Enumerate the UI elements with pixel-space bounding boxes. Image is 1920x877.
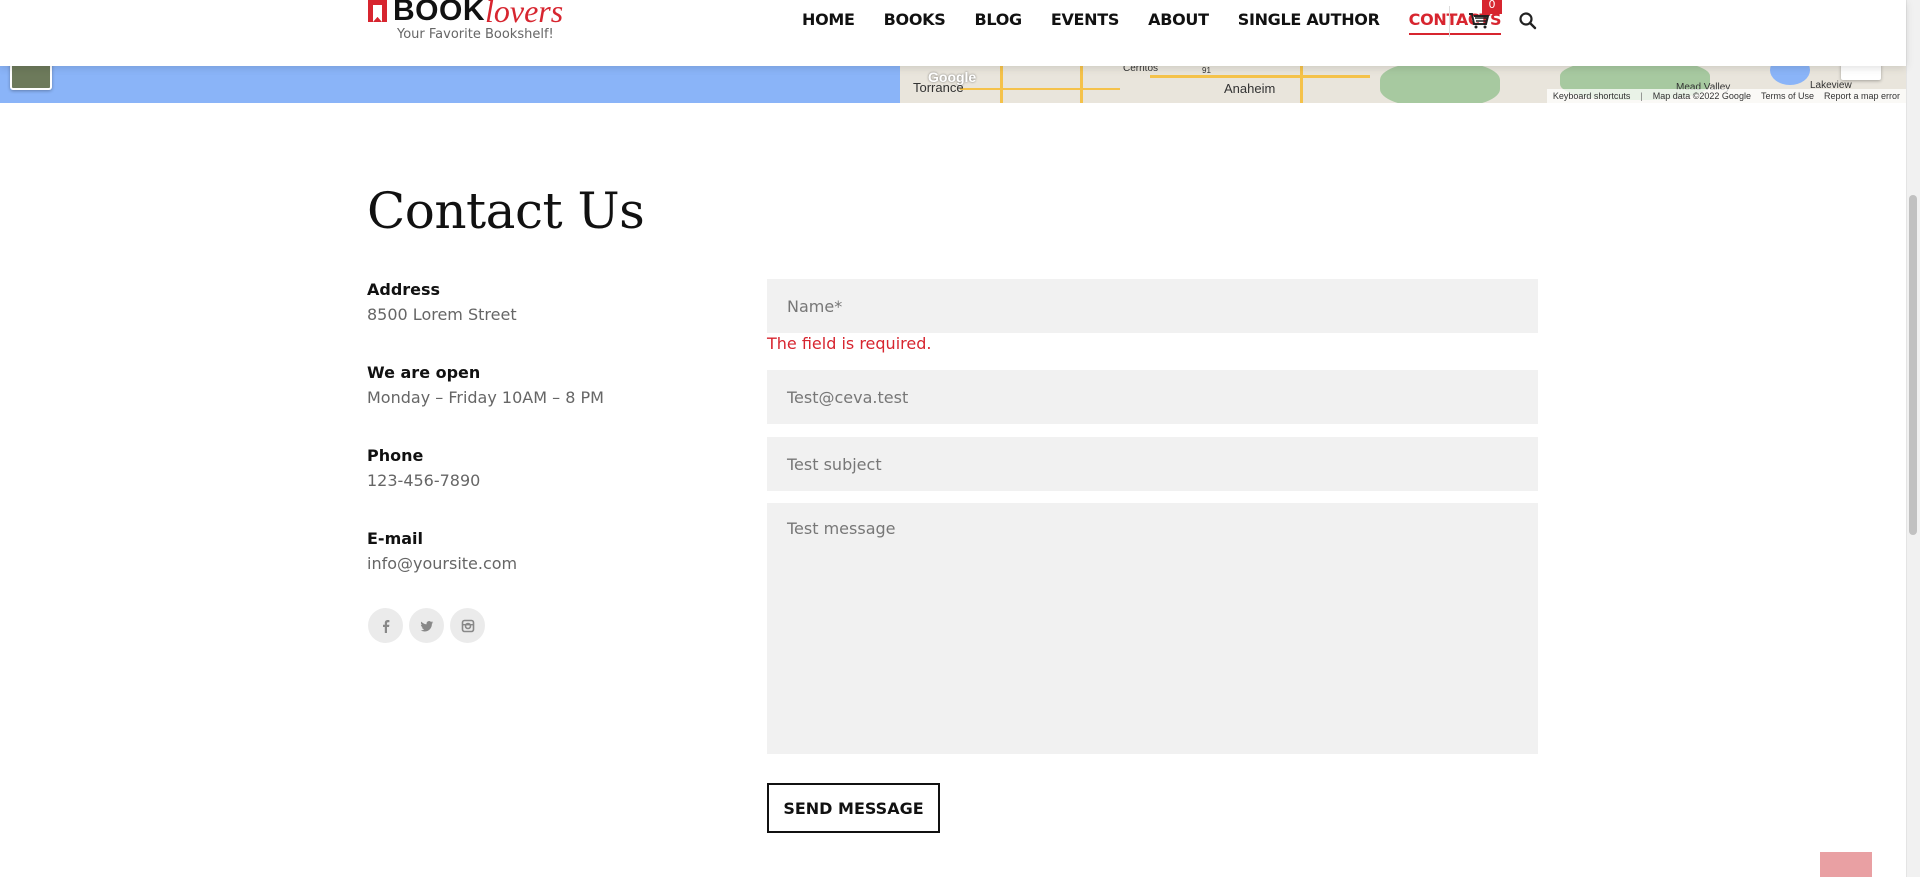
search-icon[interactable] xyxy=(1518,11,1538,31)
back-to-top-button[interactable] xyxy=(1820,852,1872,877)
site-tagline: Your Favorite Bookshelf! xyxy=(397,27,554,42)
map-footer: Keyboard shortcuts | Map data ©2022 Goog… xyxy=(1546,89,1906,103)
map-data-attribution: Map data ©2022 Google xyxy=(1652,91,1751,101)
hours-label: We are open xyxy=(367,363,481,382)
nav-books[interactable]: BOOKS xyxy=(884,10,946,35)
twitter-icon[interactable] xyxy=(409,608,444,643)
map-park xyxy=(1380,62,1500,103)
site-logo[interactable]: BOOK lovers xyxy=(368,0,564,29)
address-label: Address xyxy=(367,280,441,299)
facebook-icon[interactable] xyxy=(368,608,403,643)
email-block: E-mail info@yoursite.com xyxy=(367,529,517,573)
nav-divider xyxy=(1449,6,1450,37)
map-label-anaheim: Anaheim xyxy=(1224,81,1276,96)
email-value[interactable]: info@yoursite.com xyxy=(367,554,517,573)
address-value: 8500 Lorem Street xyxy=(367,305,517,324)
report-error-link[interactable]: Report a map error xyxy=(1824,91,1900,101)
email-label: E-mail xyxy=(367,529,424,548)
name-error-message: The field is required. xyxy=(767,334,932,353)
phone-block: Phone 123-456-7890 xyxy=(367,446,480,490)
instagram-icon[interactable] xyxy=(450,608,485,643)
page-scrollbar[interactable] xyxy=(1906,0,1920,877)
scrollbar-thumb[interactable] xyxy=(1909,195,1917,535)
site-header: BOOK lovers Your Favorite Bookshelf! HOM… xyxy=(0,0,1906,66)
subject-input[interactable]: Test subject xyxy=(767,437,1538,491)
map-road xyxy=(960,88,1120,90)
address-block: Address 8500 Lorem Street xyxy=(367,280,517,324)
hours-value: Monday – Friday 10AM – 8 PM xyxy=(367,388,604,407)
nav-home[interactable]: HOME xyxy=(802,10,855,35)
map-road xyxy=(1000,60,1003,103)
cart-count-badge: 0 xyxy=(1482,0,1502,14)
keyboard-shortcuts-link[interactable]: Keyboard shortcuts xyxy=(1553,91,1631,101)
nav-events[interactable]: EVENTS xyxy=(1051,10,1120,35)
name-input[interactable]: Name* xyxy=(767,279,1538,333)
map-road xyxy=(1300,60,1303,103)
map-label-route: 91 xyxy=(1202,66,1211,75)
social-links xyxy=(368,608,485,643)
map-road xyxy=(1150,75,1370,78)
logo-text-lovers: lovers xyxy=(485,0,564,29)
footer-separator: | xyxy=(1640,91,1643,101)
email-input[interactable]: Test@ceva.test xyxy=(767,370,1538,424)
send-message-button[interactable]: SEND MESSAGE xyxy=(767,783,940,833)
nav-about[interactable]: ABOUT xyxy=(1148,10,1209,35)
hours-block: We are open Monday – Friday 10AM – 8 PM xyxy=(367,363,604,407)
nav-single-author[interactable]: SINGLE AUTHOR xyxy=(1238,10,1380,35)
message-textarea[interactable]: Test message xyxy=(767,503,1538,754)
logo-text-book: BOOK xyxy=(393,0,485,27)
page-title: Contact Us xyxy=(367,182,645,240)
map-road xyxy=(1080,60,1083,103)
google-logo: Google xyxy=(928,69,977,85)
bookmark-icon xyxy=(368,0,387,22)
phone-label: Phone xyxy=(367,446,424,465)
main-nav: HOME BOOKS BLOG EVENTS ABOUT SINGLE AUTH… xyxy=(802,10,1502,35)
terms-link[interactable]: Terms of Use xyxy=(1761,91,1814,101)
nav-blog[interactable]: BLOG xyxy=(974,10,1022,35)
phone-value[interactable]: 123-456-7890 xyxy=(367,471,480,490)
